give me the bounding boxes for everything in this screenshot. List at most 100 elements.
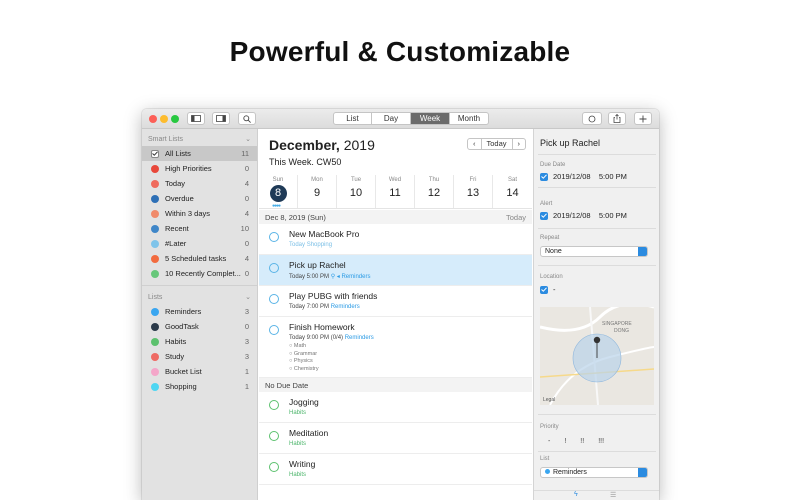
toggle-detail-button[interactable] xyxy=(212,112,230,125)
task-row[interactable]: Writing Habits xyxy=(259,454,532,485)
task-row[interactable]: New MacBook Pro Today Shopping xyxy=(259,224,532,255)
view-tab-week[interactable]: Week xyxy=(411,113,450,124)
month-name: December, xyxy=(269,137,340,153)
subtask-item[interactable]: ○ Math xyxy=(289,343,319,351)
repeat-label: Repeat xyxy=(540,235,560,241)
sidebar-item-label: #Later xyxy=(165,239,187,248)
close-window-button[interactable] xyxy=(149,115,157,123)
task-row[interactable]: Finish Homework Today 9:00 PM (0/4) Remi… xyxy=(259,317,532,378)
week-day[interactable]: Fri 13 xyxy=(454,175,493,208)
next-week-button[interactable]: › xyxy=(513,139,525,149)
alert-time-value[interactable]: 5:00 PM xyxy=(599,211,627,220)
detail-title[interactable]: Pick up Rachel xyxy=(540,138,600,148)
minimize-window-button[interactable] xyxy=(160,115,168,123)
task-list-name: Habits xyxy=(289,472,307,478)
section-no-due: No Due Date xyxy=(265,380,309,390)
sidebar-item[interactable]: All Lists 11 xyxy=(142,146,257,161)
task-checkbox[interactable] xyxy=(269,263,279,273)
location-icon: ⚲ xyxy=(330,274,336,280)
sidebar-item-count: 3 xyxy=(244,352,249,361)
task-checkbox[interactable] xyxy=(269,232,279,242)
add-task-button[interactable] xyxy=(634,112,652,125)
share-button[interactable] xyxy=(608,112,626,125)
week-day[interactable]: Thu 12 xyxy=(415,175,454,208)
chevron-down-icon[interactable]: ⌄ xyxy=(245,135,251,143)
sidebar-item[interactable]: Within 3 days 4 xyxy=(142,206,257,221)
due-date-value[interactable]: 2019/12/08 xyxy=(553,172,591,181)
task-list-name: Habits xyxy=(289,441,307,447)
subtask-item[interactable]: ○ Physics xyxy=(289,358,319,366)
list-icon[interactable]: ☰ xyxy=(610,491,616,499)
sidebar-item[interactable]: Overdue 0 xyxy=(142,191,257,206)
sidebar-item[interactable]: Today 4 xyxy=(142,176,257,191)
sidebar-item[interactable]: Shopping 1 xyxy=(142,379,257,394)
week-day[interactable]: Sat 14 xyxy=(493,175,532,208)
task-due: Today 7:00 PM xyxy=(289,304,330,310)
list-color-icon xyxy=(151,307,159,316)
list-color-icon xyxy=(151,194,159,203)
list-select[interactable]: Reminders xyxy=(540,467,648,478)
subtask-item[interactable]: ○ Grammar xyxy=(289,351,319,359)
priority-medium[interactable]: !! xyxy=(580,438,584,445)
zoom-window-button[interactable] xyxy=(171,115,179,123)
repeat-select[interactable]: None xyxy=(540,246,648,257)
divider xyxy=(538,414,656,415)
map-legal: Legal xyxy=(543,397,555,403)
chevron-down-icon[interactable]: ⌄ xyxy=(245,293,251,301)
due-date-checkbox[interactable] xyxy=(540,172,548,181)
sidebar-icon xyxy=(191,115,201,122)
sidebar-item[interactable]: Bucket List 1 xyxy=(142,364,257,379)
task-checkbox[interactable] xyxy=(269,431,279,441)
sidebar-item[interactable]: Recent 10 xyxy=(142,221,257,236)
view-tab-month[interactable]: Month xyxy=(450,113,488,124)
task-meta: Today Shopping xyxy=(289,242,332,248)
task-row[interactable]: Meditation Habits xyxy=(259,423,532,454)
task-row-selected[interactable]: Pick up Rachel Today 5:00 PM ⚲ ◂ Reminde… xyxy=(259,255,532,286)
detail-panel: Pick up Rachel Due Date 2019/12/08 5:00 … xyxy=(533,129,659,500)
view-tab-day[interactable]: Day xyxy=(372,113,411,124)
task-checkbox[interactable] xyxy=(269,325,279,335)
task-list-name: Reminders xyxy=(341,274,371,280)
week-day[interactable]: Wed 11 xyxy=(376,175,415,208)
task-checkbox[interactable] xyxy=(269,294,279,304)
subtask-item[interactable]: ○ Chemistry xyxy=(289,366,319,374)
search-button[interactable] xyxy=(238,112,256,125)
today-button[interactable]: Today xyxy=(482,139,513,149)
task-checkbox[interactable] xyxy=(269,462,279,472)
alert-date-value[interactable]: 2019/12/08 xyxy=(553,211,591,220)
location-map[interactable]: SINGAPORE DONG Legal xyxy=(540,307,654,405)
priority-label: Priority xyxy=(540,424,559,430)
sidebar-item[interactable]: #Later 0 xyxy=(142,236,257,251)
sidebar-item[interactable]: 10 Recently Complet... 0 xyxy=(142,266,257,281)
sidebar-item[interactable]: Habits 3 xyxy=(142,334,257,349)
repeat-value: None xyxy=(545,248,562,255)
sidebar-item[interactable]: High Priorities 0 xyxy=(142,161,257,176)
task-row[interactable]: Play PUBG with friends Today 7:00 PM Rem… xyxy=(259,286,532,317)
location-value[interactable]: - xyxy=(553,285,556,294)
week-day[interactable]: Sun 8 ●●●● xyxy=(259,175,298,209)
map-label-1: SINGAPORE xyxy=(602,321,632,327)
smart-lists-header[interactable]: Smart Lists ⌄ xyxy=(142,132,257,146)
task-checkbox[interactable] xyxy=(269,400,279,410)
circle-button[interactable] xyxy=(582,112,602,125)
search-icon xyxy=(243,114,251,123)
week-day[interactable]: Mon 9 xyxy=(298,175,337,208)
due-time-value[interactable]: 5:00 PM xyxy=(599,172,627,181)
priority-high[interactable]: !!! xyxy=(598,438,604,445)
priority-low[interactable]: ! xyxy=(564,438,566,445)
location-checkbox[interactable] xyxy=(540,285,548,294)
priority-none[interactable]: - xyxy=(548,438,550,445)
lists-header[interactable]: Lists ⌄ xyxy=(142,290,257,304)
task-row[interactable]: Jogging Habits xyxy=(259,392,532,423)
sidebar-item[interactable]: GoodTask 0 xyxy=(142,319,257,334)
prev-week-button[interactable]: ‹ xyxy=(468,139,482,149)
toggle-sidebar-button[interactable] xyxy=(187,112,205,125)
task-meta: Today 5:00 PM ⚲ ◂ Reminders xyxy=(289,273,370,280)
sidebar-item[interactable]: Reminders 3 xyxy=(142,304,257,319)
view-tab-list[interactable]: List xyxy=(334,113,372,124)
sidebar-item[interactable]: Study 3 xyxy=(142,349,257,364)
bolt-icon[interactable]: ϟ xyxy=(574,491,578,498)
sidebar-item[interactable]: 5 Scheduled tasks 4 xyxy=(142,251,257,266)
alert-checkbox[interactable] xyxy=(540,211,548,220)
week-day[interactable]: Tue 10 xyxy=(337,175,376,208)
